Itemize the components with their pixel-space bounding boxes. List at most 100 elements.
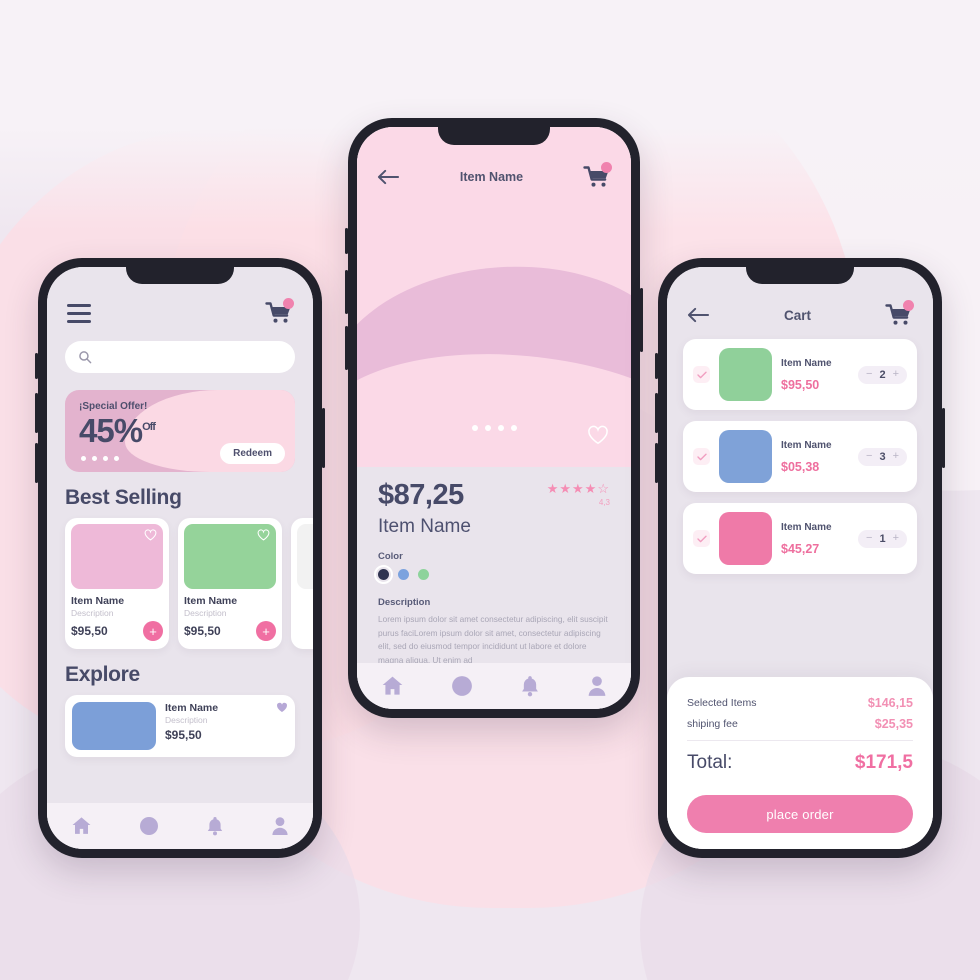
color-swatch-blue[interactable]: [398, 569, 409, 580]
check-icon: [696, 371, 707, 378]
phone-side-button: [655, 353, 658, 379]
add-to-cart-button[interactable]: +: [256, 621, 276, 641]
place-order-button[interactable]: place order: [687, 795, 913, 833]
shopping-cart-icon[interactable]: [265, 298, 294, 325]
cart-item-row[interactable]: Item Name $95,50 − 2 +: [683, 339, 917, 410]
offer-off-label: Off: [142, 421, 156, 433]
product-card-partial[interactable]: [291, 518, 313, 649]
summary-divider: [687, 740, 913, 741]
product-name: Item Name: [71, 595, 125, 607]
cart-item-row[interactable]: Item Name $45,27 − 1 +: [683, 503, 917, 574]
star-rating-icons: ★★★★☆: [546, 481, 610, 496]
cart-screen-content: Cart Item Name $95,50 − 2 + Item Name $0…: [667, 267, 933, 849]
detail-title: Item Name: [459, 170, 524, 184]
item-checkbox[interactable]: [693, 448, 710, 465]
selected-items-label: Selected Items: [687, 697, 757, 709]
product-card[interactable]: Item Name Description $95,50 +: [178, 518, 282, 649]
quantity-stepper[interactable]: − 2 +: [858, 365, 907, 384]
phone-notch: [438, 118, 550, 145]
product-description: Description: [184, 608, 227, 618]
description-text: Lorem ipsum dolor sit amet consectetur a…: [378, 614, 608, 666]
summary-row-total: Total: $171,5: [687, 752, 913, 774]
phone-power-button: [322, 408, 325, 468]
increase-quantity-button[interactable]: +: [893, 369, 899, 380]
person-icon[interactable]: [271, 816, 289, 836]
bell-icon[interactable]: [520, 675, 540, 697]
phone-side-button: [35, 393, 38, 433]
item-checkbox[interactable]: [693, 530, 710, 547]
product-card[interactable]: Item Name Description $95,50 +: [65, 518, 169, 649]
product-image: [297, 524, 313, 589]
decrease-quantity-button[interactable]: −: [866, 451, 872, 462]
summary-row-shipping: shiping fee $25,35: [687, 717, 913, 731]
selected-items-value: $146,15: [867, 696, 913, 710]
product-price: $95,50: [184, 624, 221, 638]
cart-item-price: $95,50: [781, 377, 820, 392]
bottom-tabbar[interactable]: [47, 803, 313, 849]
color-label: Color: [378, 551, 403, 562]
circle-icon[interactable]: [139, 816, 159, 836]
cart-badge: [902, 300, 914, 311]
heart-filled-icon[interactable]: [276, 702, 288, 713]
detail-screen-content: Item Name $87,25 Item Name ★★★★☆ 4,3 Col…: [357, 127, 631, 709]
check-icon: [696, 535, 707, 542]
color-swatch-navy[interactable]: [374, 565, 393, 584]
product-image: [184, 524, 276, 589]
order-summary: Selected Items $146,15 shiping fee $25,3…: [667, 677, 933, 849]
phone-power-button: [942, 408, 945, 468]
increase-quantity-button[interactable]: +: [893, 533, 899, 544]
best-selling-list[interactable]: Item Name Description $95,50 + Item Name…: [47, 518, 313, 649]
gallery-dots[interactable]: [472, 425, 517, 431]
color-swatches[interactable]: [374, 565, 610, 584]
add-to-cart-button[interactable]: +: [143, 621, 163, 641]
detail-info: $87,25 Item Name ★★★★☆ 4,3 Color Descrip…: [357, 467, 631, 668]
arrow-left-icon[interactable]: [377, 169, 400, 185]
decrease-quantity-button[interactable]: −: [866, 533, 872, 544]
phone-notch: [126, 258, 234, 284]
color-swatch-green[interactable]: [418, 569, 429, 580]
offer-text-group: ¡Special Offer! 45%Off: [79, 401, 156, 447]
special-offer-banner[interactable]: ¡Special Offer! 45%Off Redeem: [65, 390, 295, 472]
cart-item-name: Item Name: [781, 439, 832, 451]
home-icon[interactable]: [71, 816, 92, 836]
hamburger-menu-icon[interactable]: [67, 303, 91, 323]
phone-side-button: [345, 228, 348, 254]
circle-icon[interactable]: [451, 675, 473, 697]
quantity-stepper[interactable]: − 3 +: [858, 447, 907, 466]
rating-group: ★★★★☆ 4,3: [547, 481, 610, 507]
ui-kit-canvas: ¡Special Offer! 45%Off Redeem Best Selli…: [0, 0, 980, 980]
explore-item-description: Description: [165, 715, 208, 725]
phone-side-button: [35, 353, 38, 379]
cart-item-row[interactable]: Item Name $05,38 − 3 +: [683, 421, 917, 492]
quantity-stepper[interactable]: − 1 +: [858, 529, 907, 548]
cart-item-name: Item Name: [781, 357, 832, 369]
search-icon: [79, 351, 92, 364]
offer-carousel-dots[interactable]: [81, 456, 119, 461]
product-name: Item Name: [184, 595, 238, 607]
total-label: Total:: [687, 752, 733, 773]
quantity-value: 3: [879, 450, 886, 463]
cart-item-name: Item Name: [781, 521, 832, 533]
redeem-button[interactable]: Redeem: [220, 443, 285, 464]
product-price: $95,50: [71, 624, 108, 638]
bottom-tabbar[interactable]: [357, 663, 631, 709]
explore-card[interactable]: Item Name Description $95,50: [65, 695, 295, 757]
search-input[interactable]: [65, 341, 295, 373]
phone-side-button: [655, 393, 658, 433]
arrow-left-icon[interactable]: [687, 307, 710, 323]
heart-outline-icon[interactable]: [587, 425, 609, 445]
home-icon[interactable]: [381, 675, 404, 697]
decrease-quantity-button[interactable]: −: [866, 369, 872, 380]
bell-icon[interactable]: [206, 816, 224, 836]
summary-row-selected-items: Selected Items $146,15: [687, 696, 913, 710]
shopping-cart-icon[interactable]: [885, 300, 914, 327]
person-icon[interactable]: [587, 675, 607, 697]
increase-quantity-button[interactable]: +: [893, 451, 899, 462]
phone-power-button: [640, 288, 643, 352]
phone-side-button: [35, 443, 38, 483]
phone-home-screen: ¡Special Offer! 45%Off Redeem Best Selli…: [35, 258, 325, 858]
item-checkbox[interactable]: [693, 366, 710, 383]
shopping-cart-icon[interactable]: [583, 162, 612, 189]
cart-item-price: $05,38: [781, 459, 820, 474]
shipping-fee-label: shiping fee: [687, 718, 738, 730]
